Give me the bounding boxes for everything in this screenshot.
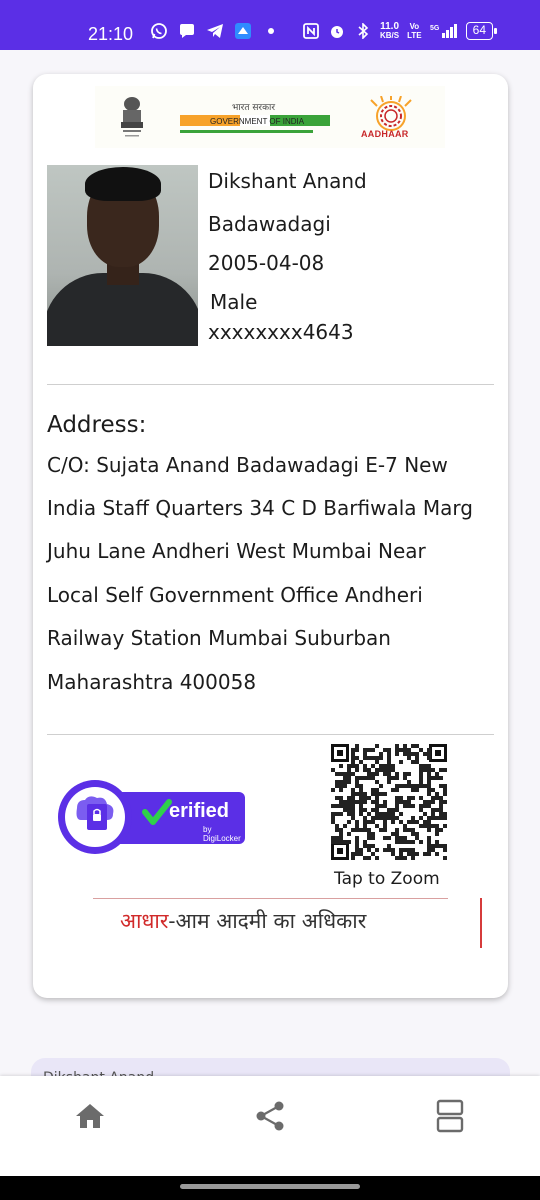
address-line: Local Self Government Office Andheri xyxy=(47,583,423,607)
tricolor-underline xyxy=(180,130,370,133)
share-button[interactable] xyxy=(250,1096,290,1136)
home-gesture-pill[interactable] xyxy=(180,1184,360,1189)
aadhaar-masked-number: xxxxxxxx4643 xyxy=(208,320,354,344)
aadhaar-header-banner: भारत सरकार GOVERNMENT OF INDIA AADHAAR xyxy=(95,86,445,148)
alarm-icon xyxy=(328,22,346,40)
aadhaar-slogan: आधार-आम आदमी का अधिकार xyxy=(93,898,448,944)
holder-surname: Badawadagi xyxy=(208,212,331,236)
view-agenda-button[interactable] xyxy=(430,1096,470,1136)
svg-text:5G: 5G xyxy=(430,25,440,32)
system-icons: 11.0 KB/S Vo LTE 5G 64 xyxy=(302,21,498,41)
address-title: Address: xyxy=(47,412,147,438)
dot-icon xyxy=(262,22,280,40)
divider xyxy=(47,384,494,385)
signal-icon: 5G xyxy=(430,22,458,40)
address-line: Maharashtra 400058 xyxy=(47,670,257,694)
battery-indicator: 64 xyxy=(465,22,498,40)
verified-subtext: by DigiLocker xyxy=(203,825,241,843)
notification-icons xyxy=(150,22,280,40)
app-notification-icon xyxy=(234,22,252,40)
slogan-red-part: आधार xyxy=(120,909,169,933)
verified-text: erified xyxy=(169,800,230,822)
tap-to-zoom-label[interactable]: Tap to Zoom xyxy=(334,869,440,889)
gov-hindi-text: भारत सरकार xyxy=(232,103,276,113)
nfc-icon xyxy=(302,22,320,40)
slogan-bar xyxy=(480,898,482,948)
digilocker-verified-badge: erified by DigiLocker xyxy=(57,778,247,856)
gov-english-text: GOVERNMENT OF INDIA xyxy=(210,117,305,126)
telegram-icon xyxy=(206,22,224,40)
home-icon xyxy=(76,1104,104,1128)
aadhaar-logo-text: AADHAAR xyxy=(361,129,409,139)
bluetooth-icon xyxy=(354,22,372,40)
status-time: 21:10 xyxy=(88,24,134,44)
home-button[interactable] xyxy=(70,1096,110,1136)
address-line: C/O: Sujata Anand Badawadagi E-7 New xyxy=(47,453,448,477)
chat-bubble-icon xyxy=(178,22,196,40)
address-line: Railway Station Mumbai Suburban xyxy=(47,626,391,650)
holder-photo[interactable] xyxy=(47,165,198,346)
holder-gender: Male xyxy=(210,290,258,314)
view-agenda-icon xyxy=(436,1099,464,1133)
slogan-rest: -आम आदमी का अधिकार xyxy=(168,909,367,933)
share-icon xyxy=(256,1101,284,1131)
holder-name: Dikshant Anand xyxy=(208,169,367,193)
qr-code[interactable] xyxy=(331,744,447,860)
volte-icon: Vo LTE xyxy=(407,22,422,40)
address-line: Juhu Lane Andheri West Mumbai Near xyxy=(47,539,426,563)
government-of-india-label: भारत सरकार GOVERNMENT OF INDIA xyxy=(180,100,330,126)
gesture-bar xyxy=(0,1176,540,1200)
aadhaar-card: भारत सरकार GOVERNMENT OF INDIA AADHAAR D… xyxy=(33,74,508,998)
address-line: India Staff Quarters 34 C D Barfiwala Ma… xyxy=(47,496,473,520)
holder-dob: 2005-04-08 xyxy=(208,251,325,275)
national-emblem-icon xyxy=(121,97,143,137)
bottom-navigation xyxy=(0,1076,540,1176)
whatsapp-icon xyxy=(150,22,168,40)
network-speed: 11.0 KB/S xyxy=(380,21,400,41)
divider xyxy=(47,734,494,735)
status-bar: 21:10 11.0 KB/S Vo LTE 5G 64 xyxy=(0,0,540,50)
